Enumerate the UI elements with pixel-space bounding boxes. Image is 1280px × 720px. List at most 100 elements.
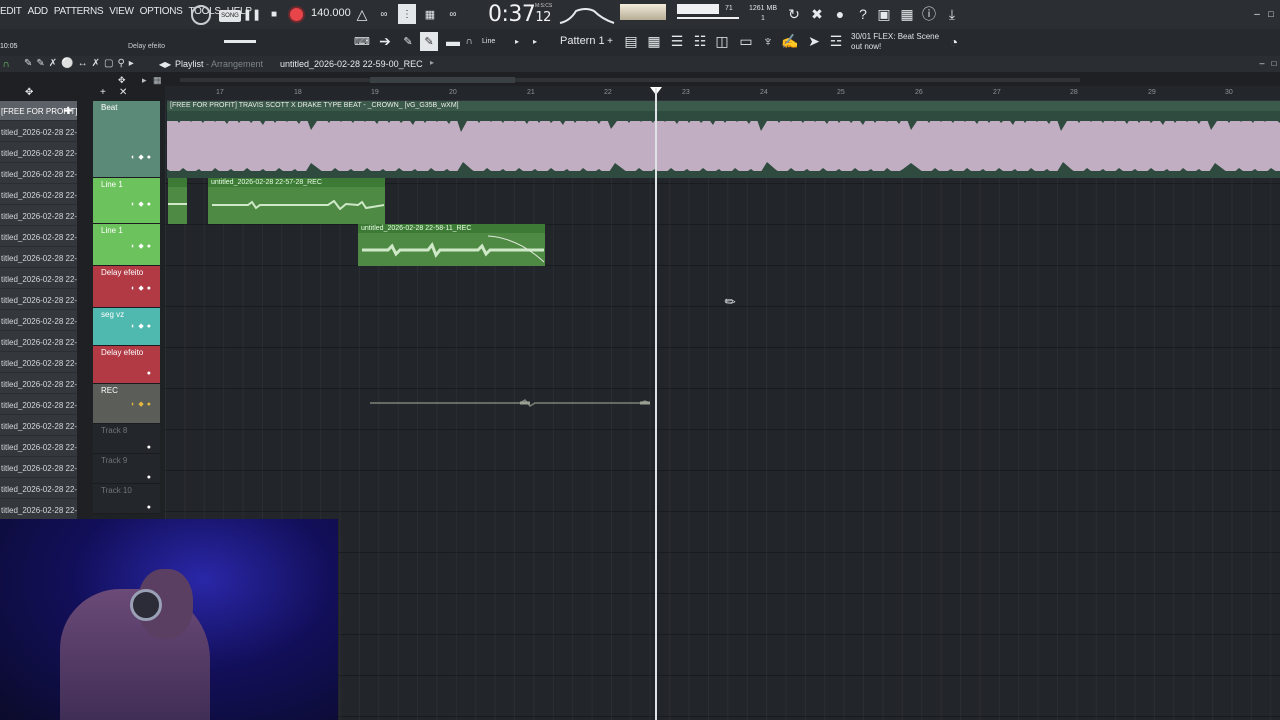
browser-item[interactable]: titled_2026-02-28 22-	[0, 185, 77, 205]
download-icon[interactable]: ⤓	[944, 6, 960, 22]
song-mode-button[interactable]: SONG	[219, 10, 241, 22]
microphone-icon[interactable]: ●	[832, 6, 848, 22]
playlist-undock-icon[interactable]: ▸	[142, 75, 147, 86]
track-controls-icon[interactable]: ●	[147, 370, 154, 377]
track-header-rec[interactable]: REC ◐◆●	[93, 384, 160, 424]
menu-view[interactable]: VIEW	[109, 6, 134, 17]
stamp-icon[interactable]: ▬	[444, 33, 462, 49]
undo-history-icon[interactable]: ↻	[786, 6, 802, 22]
pause-icon[interactable]: ❚❚	[243, 6, 261, 22]
record-button[interactable]	[288, 6, 305, 23]
track-controls-icon[interactable]: ●	[147, 474, 154, 481]
browser-item[interactable]: titled_2026-02-28 22-	[0, 500, 77, 520]
browser-item[interactable]: titled_2026-02-28 22-	[0, 416, 77, 436]
pencil-icon[interactable]: ✎	[399, 34, 417, 48]
track-controls-icon[interactable]: ◐◆●	[131, 242, 154, 250]
maximize-icon[interactable]: □	[1266, 7, 1276, 21]
playback-tool-icon[interactable]: ▸	[129, 58, 138, 69]
browser-item[interactable]: titled_2026-02-28 22-	[0, 248, 77, 268]
paint-brush-icon[interactable]: ✎	[36, 58, 48, 69]
playlist-icon[interactable]: ▤	[622, 33, 640, 49]
scrollbar-thumb[interactable]	[370, 77, 515, 83]
browser-item[interactable]: titled_2026-02-28 22-	[0, 479, 77, 499]
playlist-arrow-icon[interactable]: ◀▶	[159, 59, 171, 69]
browser-item[interactable]: titled_2026-02-28 22-	[0, 290, 77, 310]
send-icon[interactable]: ➤	[805, 33, 823, 49]
magnet-snap-icon[interactable]: ∩	[1, 58, 11, 70]
play-preview-icon[interactable]: ▸	[512, 34, 522, 48]
magnet-icon[interactable]: ∩	[464, 34, 474, 48]
add-track-icon[interactable]: +	[100, 87, 106, 98]
channel-rack-icon[interactable]: ▦	[645, 33, 663, 49]
browser-item[interactable]: titled_2026-02-28 22-	[0, 437, 77, 457]
audio-clip-line1[interactable]: untitled_2026-02-28 22-57-28_REC	[208, 178, 385, 224]
track-header-delay1[interactable]: Delay efeito ◐◆●	[93, 266, 160, 308]
plugin-database-icon[interactable]: ▭	[737, 33, 755, 49]
timeline-ruler[interactable]: 17 18 19 20 21 22 23 24 25 26 27 28 29 3…	[165, 86, 1280, 101]
loop-mode-icon[interactable]	[191, 5, 211, 25]
tempo-display[interactable]: 140.000	[311, 7, 351, 19]
menu-edit[interactable]: EDIT	[0, 6, 22, 17]
browser-item[interactable]: titled_2026-02-28 22-	[0, 458, 77, 478]
step-edit-icon[interactable]: ▦	[421, 5, 439, 23]
track-controls-icon[interactable]: ◐◆●	[131, 322, 154, 330]
playlist-minimize-icon[interactable]: –	[1258, 58, 1266, 68]
browser-item[interactable]: titled_2026-02-28 22-	[0, 143, 77, 163]
track-controls-icon[interactable]: ●	[147, 444, 154, 451]
browser-item[interactable]: titled_2026-02-28 22-	[0, 122, 77, 142]
pattern-prev-icon[interactable]: ▸	[530, 34, 540, 48]
zoom-tool-icon[interactable]: ⚲	[117, 58, 128, 69]
snap-selector[interactable]: Line	[482, 38, 495, 45]
browser-item[interactable]: titled_2026-02-28 22-	[0, 206, 77, 226]
countdown-icon[interactable]: ⋮	[398, 4, 416, 24]
pattern-selector[interactable]: Pattern 1	[560, 35, 605, 47]
arrangement-arrow-icon[interactable]: ▸	[430, 58, 434, 67]
slip-tool-icon[interactable]: ↔	[78, 58, 92, 69]
browser-icon[interactable]: ◫	[713, 33, 731, 49]
delete-tool-icon[interactable]: ✗	[49, 58, 61, 69]
shop-cart-icon[interactable]: ☲	[827, 33, 845, 49]
piano-roll-view-icon[interactable]: ☷	[691, 33, 709, 49]
plugin-icon[interactable]: ▦	[899, 6, 915, 22]
blend-notes-icon[interactable]: ∞	[444, 5, 462, 23]
news-hint[interactable]: 30/01 FLEX: Beat Scene out now!	[851, 32, 939, 52]
track-header-9[interactable]: Track 9 ●	[93, 454, 160, 484]
audio-clip-beat[interactable]: [FREE FOR PROFIT] TRAVIS SCOTT X DRAKE T…	[167, 101, 1280, 178]
slice-tool-icon[interactable]: ✗	[92, 58, 104, 69]
help-icon[interactable]: ?	[855, 6, 871, 22]
rec-take-waveform[interactable]	[370, 398, 650, 408]
piano-roll-icon[interactable]: ⌨	[353, 34, 371, 48]
track-header-line1b[interactable]: Line 1 ◐◆●	[93, 224, 160, 266]
track-controls-icon[interactable]: ◐◆●	[131, 400, 154, 408]
stop-icon[interactable]: ■	[268, 6, 280, 22]
browser-item[interactable]: titled_2026-02-28 22-	[0, 374, 77, 394]
browser-nav-icon[interactable]: ✥	[25, 87, 33, 98]
main-pitch-slider[interactable]	[224, 40, 256, 43]
browser-item[interactable]: titled_2026-02-28 22-	[0, 227, 77, 247]
browser-item[interactable]: titled_2026-02-28 22-	[0, 395, 77, 415]
browser-item[interactable]: titled_2026-02-28 22-	[0, 164, 77, 184]
add-pattern-icon[interactable]: +	[605, 34, 615, 48]
metronome-icon[interactable]: △	[353, 5, 371, 23]
track-header-delay2[interactable]: Delay efeito ●	[93, 346, 160, 384]
track-header-10[interactable]: Track 10 ●	[93, 484, 160, 514]
mute-tool-icon[interactable]: ⚪	[61, 58, 77, 69]
globe-icon[interactable]: ◔	[946, 34, 962, 50]
track-header-beat[interactable]: Beat ◐◆●	[93, 101, 160, 178]
menu-add[interactable]: ADD	[28, 6, 49, 17]
browser-item[interactable]: titled_2026-02-28 22-	[0, 311, 77, 331]
touch-controller-icon[interactable]: ✍	[781, 33, 799, 49]
playhead-line[interactable]	[655, 88, 657, 720]
paint-tool-icon[interactable]: ✎	[420, 32, 438, 51]
track-header-seg[interactable]: seg vz ◐◆●	[93, 308, 160, 346]
arrow-right-icon[interactable]: ➔	[376, 33, 394, 49]
wait-input-icon[interactable]: ∞	[375, 5, 393, 23]
close-panel-icon[interactable]: ✕	[119, 87, 127, 98]
browser-item[interactable]: titled_2026-02-28 22-	[0, 269, 77, 289]
audio-clip-small[interactable]	[168, 178, 187, 224]
playlist-grid-icon[interactable]: ▦	[153, 75, 162, 86]
master-volume-meter[interactable]	[620, 4, 666, 20]
track-controls-icon[interactable]: ●	[147, 504, 154, 511]
mixer-icon[interactable]: ☰	[668, 33, 686, 49]
draw-tool-icon[interactable]: ✎	[24, 58, 36, 69]
